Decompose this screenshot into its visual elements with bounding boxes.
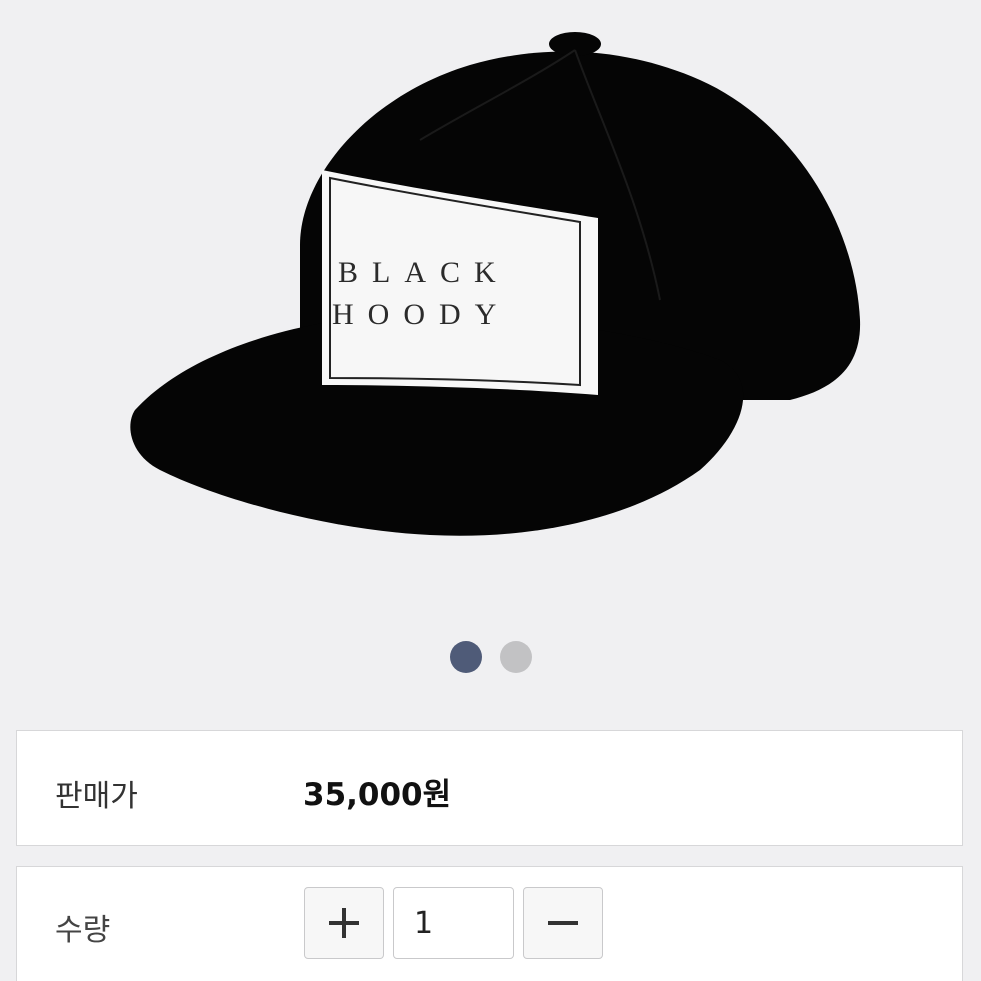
quantity-label: 수량 (55, 913, 111, 948)
minus-icon (548, 921, 578, 925)
quantity-row: 수량 (16, 866, 963, 981)
quantity-decrease-button[interactable] (523, 887, 603, 959)
price-row: 판매가 35,000원 (16, 730, 963, 846)
quantity-input[interactable] (393, 887, 514, 959)
carousel-dot-2[interactable] (499, 641, 532, 673)
cap-logo-text-line2: HOODY (332, 298, 510, 331)
cap-illustration: BLACK HOODY (130, 32, 861, 536)
product-detail-page: BLACK HOODY 판매가 35,000원 수량 (0, 0, 981, 981)
price-label: 판매가 (55, 779, 138, 814)
image-carousel-dots (0, 640, 981, 674)
quantity-increase-button[interactable] (304, 887, 384, 959)
cap-logo-text-line1: BLACK (338, 256, 510, 289)
product-image[interactable]: BLACK HOODY (0, 0, 981, 620)
carousel-dot-1[interactable] (449, 641, 482, 673)
plus-icon (329, 908, 359, 938)
price-value: 35,000원 (303, 777, 452, 813)
